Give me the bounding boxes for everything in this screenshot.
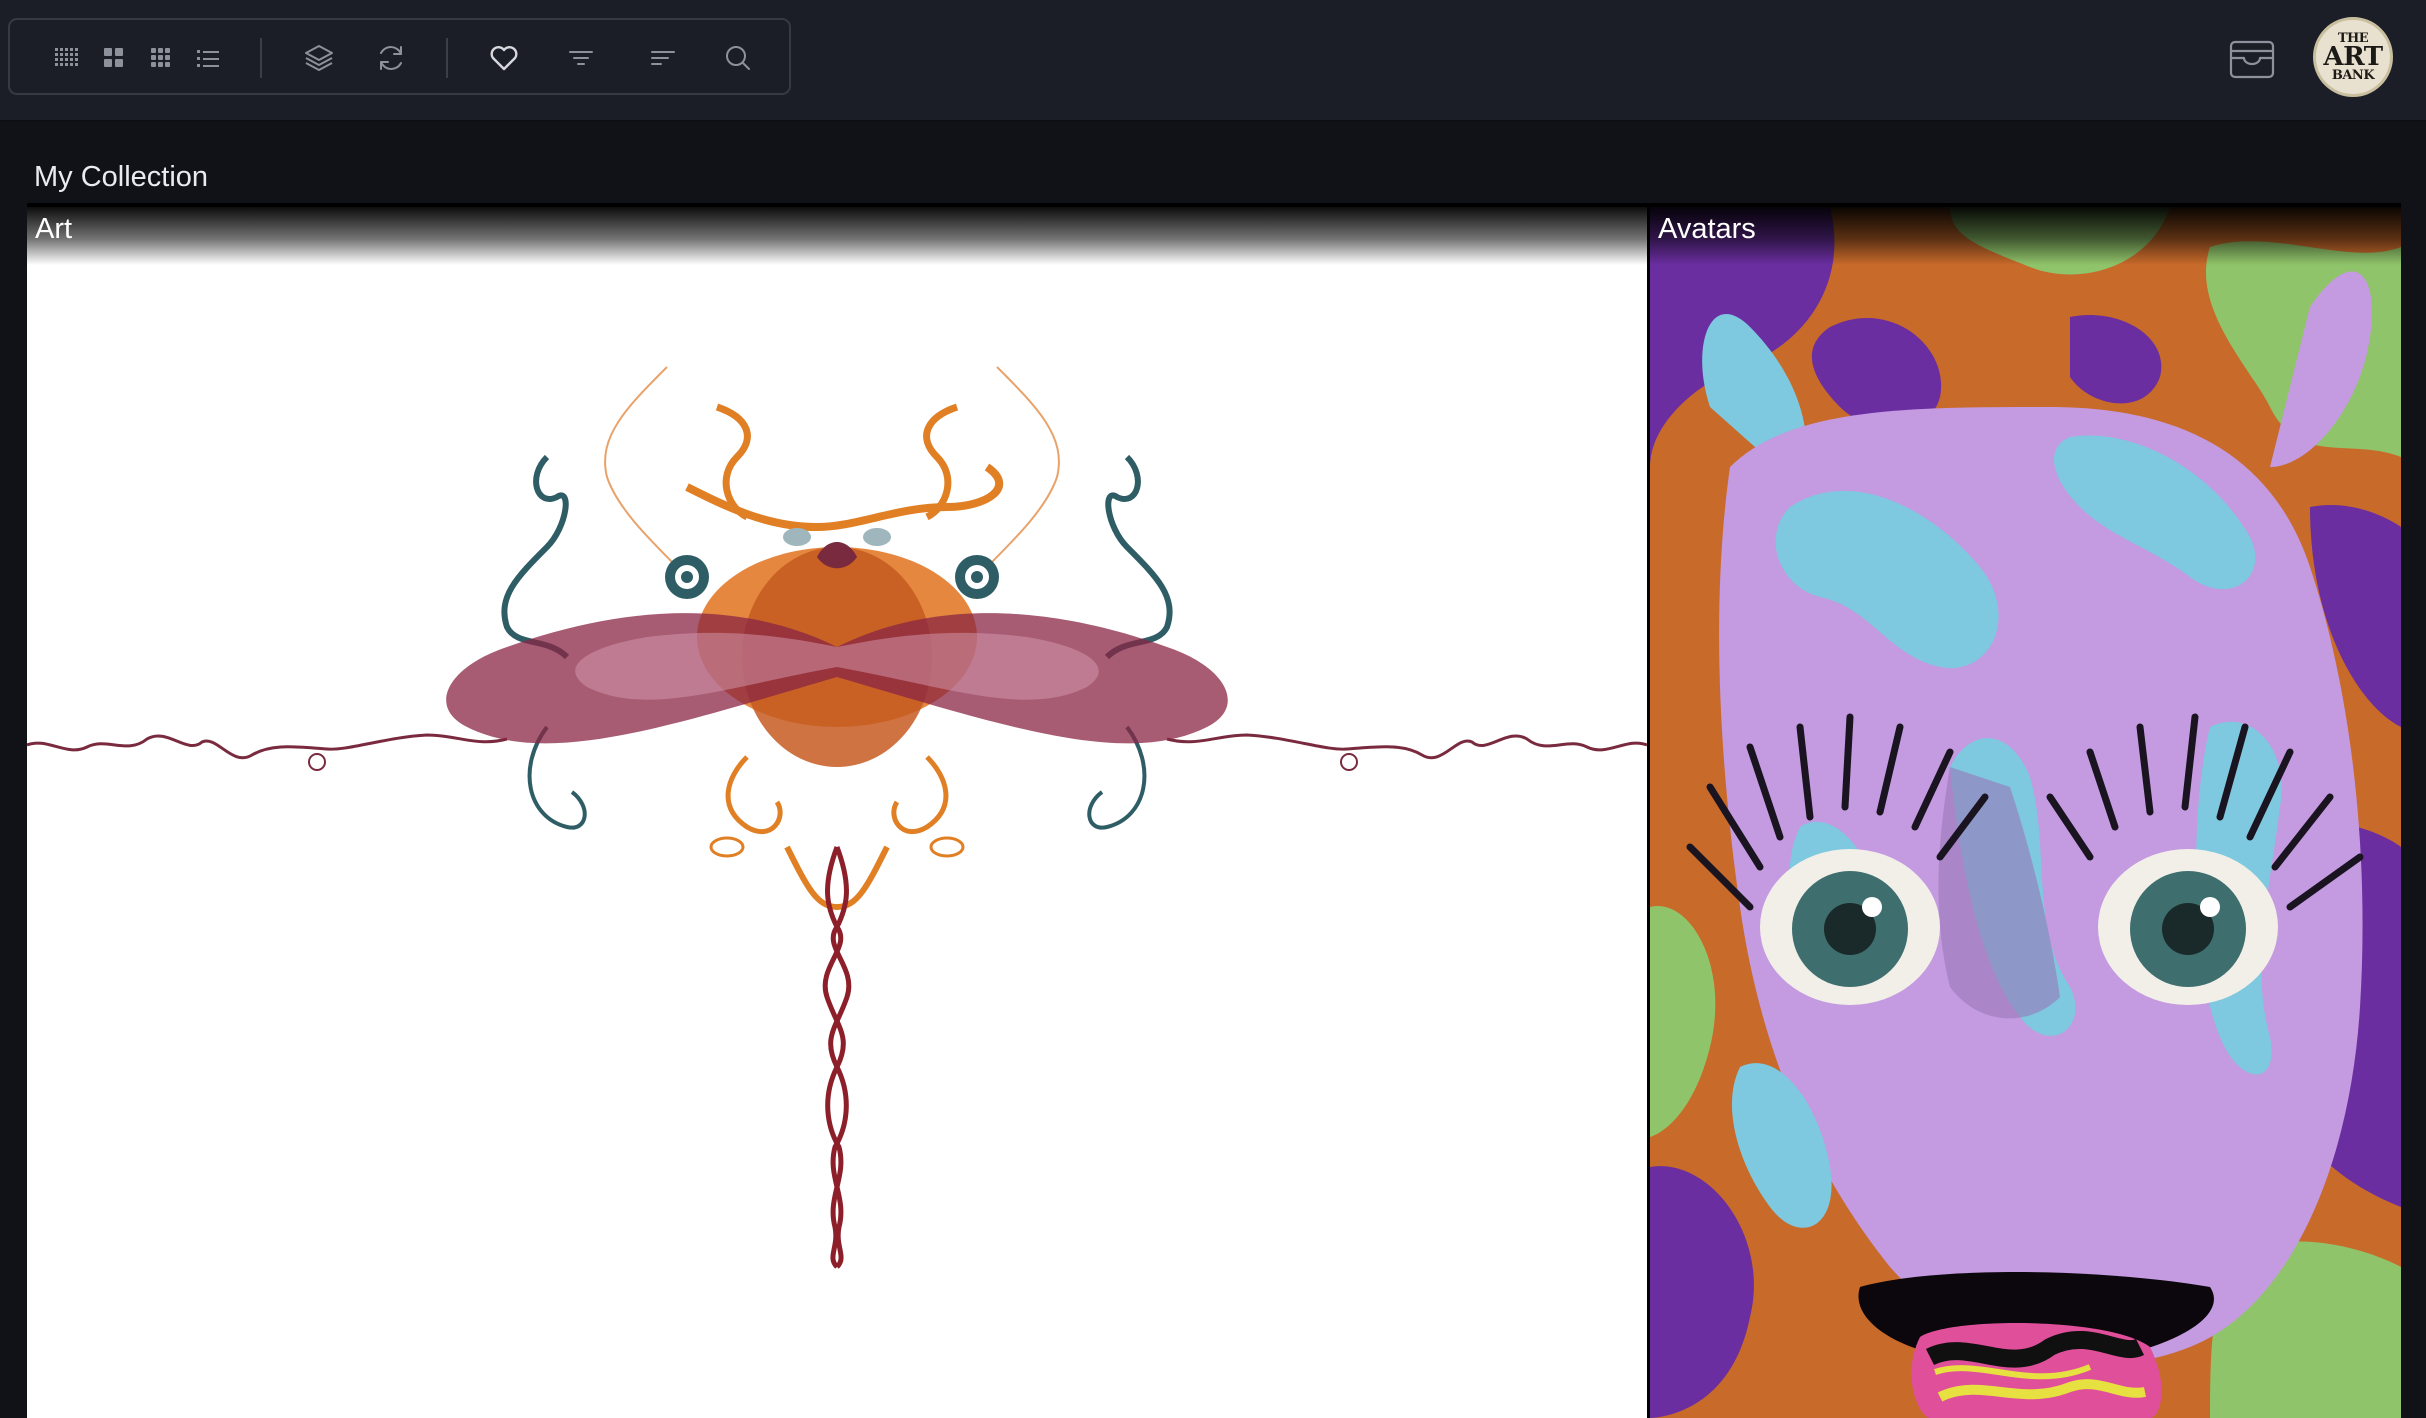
page-title: My Collection: [34, 161, 209, 193]
search-button[interactable]: [718, 38, 758, 78]
large-grid-view-button[interactable]: [94, 38, 134, 78]
large-grid-icon: [104, 48, 123, 67]
dense-grid-view-button[interactable]: [46, 38, 86, 78]
favorites-button[interactable]: [484, 38, 524, 78]
collection-tile-avatars[interactable]: Avatars: [1650, 207, 2401, 1418]
view-toolbar: [8, 18, 791, 95]
search-icon: [726, 46, 750, 70]
art-thumbnail-image: [27, 366, 1647, 1269]
account-avatar[interactable]: THE ART BANK: [2313, 17, 2393, 97]
heart-icon: [490, 46, 518, 71]
archive-button[interactable]: [2226, 36, 2278, 82]
tile-label: Art: [27, 207, 1647, 265]
filter-button[interactable]: [561, 38, 601, 78]
small-grid-icon: [151, 48, 170, 67]
sort-button[interactable]: [643, 38, 683, 78]
archive-icon: [2229, 40, 2275, 79]
avatar-thumbnail-image: [1650, 207, 2401, 1418]
list-view-button[interactable]: [188, 38, 228, 78]
collection-gallery: Art Avatars: [27, 203, 2401, 1418]
refresh-button[interactable]: [371, 38, 411, 78]
list-view-icon: [197, 50, 219, 67]
collection-tile-art[interactable]: Art: [27, 207, 1647, 1418]
sort-icon: [651, 51, 675, 65]
refresh-icon: [380, 46, 402, 70]
tile-label: Avatars: [1650, 207, 2401, 265]
avatar-logo-line2: ART: [2323, 42, 2383, 72]
layers-button[interactable]: [299, 38, 339, 78]
layers-icon: [305, 45, 333, 71]
small-grid-view-button[interactable]: [141, 38, 181, 78]
filter-icon: [569, 51, 593, 65]
toolbar-divider: [446, 38, 448, 78]
dense-grid-icon: [55, 48, 78, 66]
toolbar-divider: [260, 38, 262, 78]
avatar-logo-line3: BANK: [2331, 68, 2375, 83]
top-bar: THE ART BANK: [0, 0, 2426, 122]
